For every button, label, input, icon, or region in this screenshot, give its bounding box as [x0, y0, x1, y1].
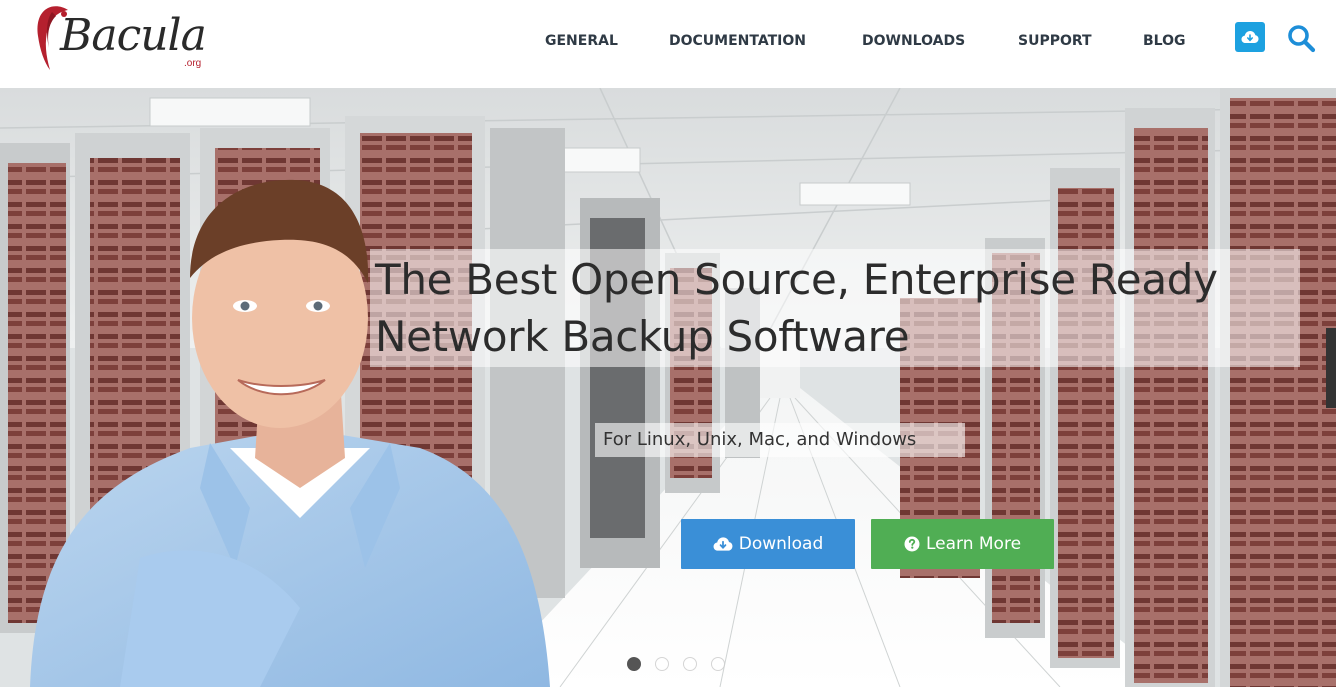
- slide-dot-4[interactable]: [711, 657, 725, 671]
- nav-downloads[interactable]: DOWNLOADS: [862, 33, 965, 49]
- search-button[interactable]: [1285, 22, 1317, 54]
- cloud-download-icon: [1241, 31, 1259, 43]
- logo-wordmark: Bacula: [60, 10, 207, 61]
- hero-subheadline: For Linux, Unix, Mac, and Windows: [603, 429, 917, 450]
- slider-pagination: [627, 657, 725, 671]
- cloud-download-button[interactable]: [1235, 22, 1265, 52]
- question-circle-icon: [904, 536, 920, 552]
- bacula-logo[interactable]: Bacula .org: [34, 4, 214, 74]
- logo-tld: .org: [184, 58, 202, 69]
- nav-general[interactable]: GENERAL: [545, 33, 618, 49]
- learn-more-button[interactable]: Learn More: [871, 519, 1054, 569]
- download-button[interactable]: Download: [681, 519, 855, 569]
- site-header: Bacula .org GENERAL DOCUMENTATION DOWNLO…: [0, 0, 1336, 88]
- search-icon: [1288, 25, 1316, 53]
- hero-headline-line2: Network Backup Software: [375, 312, 910, 361]
- nav-documentation[interactable]: DOCUMENTATION: [669, 33, 806, 49]
- slide-dot-1[interactable]: [627, 657, 641, 671]
- nav-support[interactable]: SUPPORT: [1018, 33, 1092, 49]
- download-button-label: Download: [738, 534, 824, 554]
- slide-dot-2[interactable]: [655, 657, 669, 671]
- hero-headline: The Best Open Source, Enterprise Ready N…: [375, 251, 1218, 365]
- datacenter-background-image: [0, 88, 1336, 687]
- hero-headline-line1: The Best Open Source, Enterprise Ready: [375, 255, 1218, 304]
- cloud-download-icon: [713, 537, 733, 551]
- slide-dot-3[interactable]: [683, 657, 697, 671]
- hero-slider: The Best Open Source, Enterprise Ready N…: [0, 88, 1336, 687]
- nav-blog[interactable]: BLOG: [1143, 33, 1186, 49]
- learn-more-button-label: Learn More: [925, 534, 1022, 554]
